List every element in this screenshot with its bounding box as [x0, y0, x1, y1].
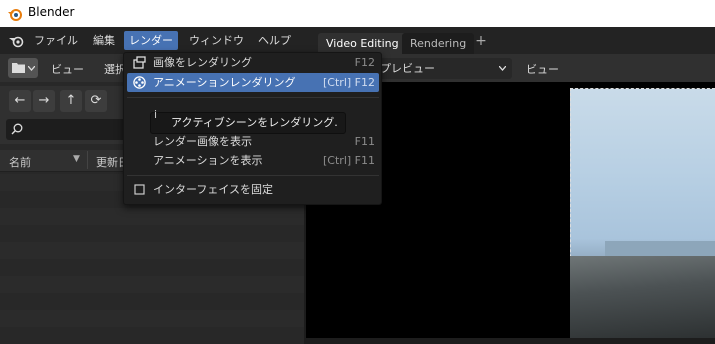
forward-arrow-icon[interactable]: →	[33, 90, 55, 112]
chevron-down-icon	[499, 66, 506, 71]
view-animation-item[interactable]: アニメーションを表示 [Ctrl] F11	[127, 151, 379, 170]
menu-separator	[127, 175, 379, 176]
add-workspace-button[interactable]: +	[472, 33, 490, 52]
preview-mode-select[interactable]: プレビュー	[360, 58, 512, 79]
column-name[interactable]: 名前	[9, 154, 31, 170]
chevron-down-icon	[28, 66, 35, 71]
editor-type-button[interactable]	[8, 58, 38, 78]
folder-icon	[12, 63, 25, 73]
filter-search-input[interactable]	[6, 119, 126, 140]
render-animation-item[interactable]: アニメーションレンダリング [Ctrl] F12	[127, 73, 379, 92]
window-titlebar: Blender	[0, 0, 715, 27]
parent-directory-icon[interactable]: ↑	[60, 90, 82, 112]
render-still-icon	[133, 56, 146, 69]
list-item[interactable]	[0, 276, 304, 293]
list-item[interactable]	[0, 208, 304, 225]
menu-render[interactable]: レンダー	[124, 31, 178, 50]
preview-mode-label: プレビュー	[380, 62, 435, 75]
view-menu[interactable]: ビュー	[51, 61, 84, 77]
list-item[interactable]	[0, 259, 304, 276]
info-icon: i	[154, 108, 158, 121]
list-item[interactable]	[0, 327, 304, 344]
list-item[interactable]	[0, 310, 304, 327]
render-image-item[interactable]: 画像をレンダリング F12	[127, 53, 379, 72]
column-divider	[87, 151, 88, 169]
sort-descending-icon[interactable]: ▼	[73, 154, 80, 164]
menu-window[interactable]: ウィンドウ	[184, 31, 249, 50]
blender-logo-icon	[8, 9, 22, 21]
tab-rendering[interactable]: Rendering	[402, 33, 475, 54]
checkbox-icon[interactable]	[133, 183, 146, 196]
menu-edit[interactable]: 編集	[88, 31, 120, 50]
back-arrow-icon[interactable]: ←	[9, 90, 31, 112]
menu-file[interactable]: ファイル	[29, 31, 83, 50]
search-icon	[11, 123, 23, 135]
render-animation-icon	[133, 76, 146, 89]
refresh-icon[interactable]: ⟳	[85, 90, 107, 112]
list-item[interactable]	[0, 242, 304, 259]
tooltip-text: アクティブシーンをレンダリング.	[171, 116, 338, 129]
window-title: Blender	[28, 5, 75, 19]
tab-video-editing[interactable]: Video Editing	[318, 33, 407, 54]
render-tooltip: i アクティブシーンをレンダリング.	[150, 108, 346, 134]
menu-separator	[127, 97, 379, 98]
preview-image-wall	[570, 256, 715, 338]
preview-view-menu[interactable]: ビュー	[526, 61, 559, 77]
menu-help[interactable]: ヘルプ	[253, 31, 296, 50]
list-item[interactable]	[0, 225, 304, 242]
list-item[interactable]	[0, 293, 304, 310]
view-render-item[interactable]: レンダー画像を表示 F11	[127, 132, 379, 151]
blender-menu-icon[interactable]	[9, 34, 25, 48]
lock-interface-item[interactable]: インターフェイスを固定	[127, 180, 379, 199]
